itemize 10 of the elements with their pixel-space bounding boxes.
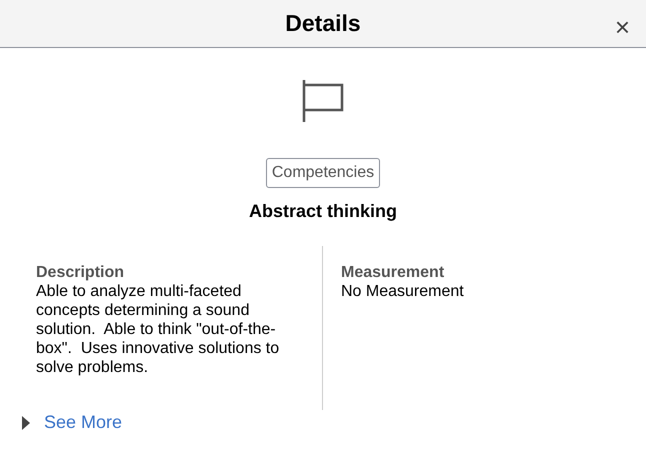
item-title: Abstract thinking <box>248 201 397 222</box>
section-heading: Measurement <box>341 264 446 282</box>
see-more-link[interactable]: See More <box>22 412 122 433</box>
dialog-title: Details <box>285 10 361 37</box>
close-button[interactable]: × <box>614 14 630 40</box>
section-heading: Description <box>36 264 126 282</box>
section-text: Able to analyze multi-faceted concepts determining a sound solution. Able to think "out-of-the-box". Uses innovative solutions to solve problems. <box>36 282 280 377</box>
flag-icon <box>302 80 344 122</box>
section-text: No Measurement <box>341 282 465 301</box>
category-button[interactable]: Competencies <box>266 158 380 188</box>
